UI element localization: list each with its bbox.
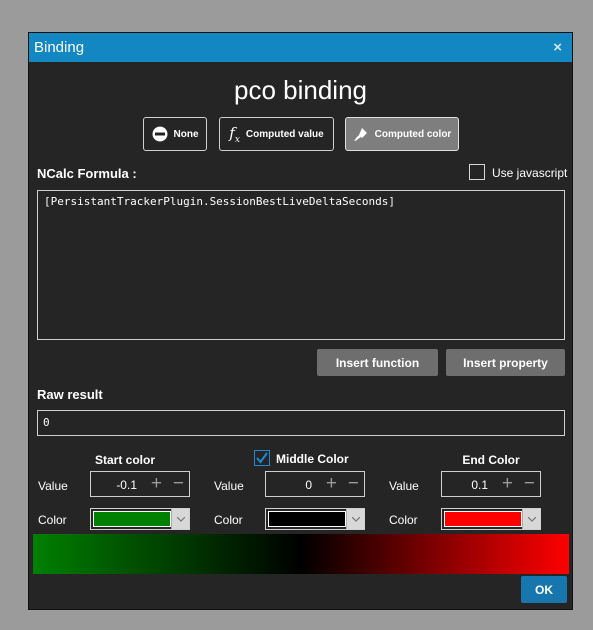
end-value: 0.1 (471, 478, 488, 492)
start-color-swatch (93, 511, 171, 527)
title-bar: Binding × (29, 33, 572, 62)
check-icon (256, 452, 268, 464)
middle-color-title: Middle Color (276, 452, 349, 466)
middle-value-label: Value (214, 479, 244, 493)
mode-none-label: None (173, 128, 199, 140)
formula-label: NCalc Formula : (37, 166, 137, 181)
color-gradient-preview (33, 534, 569, 574)
start-value-label: Value (38, 479, 68, 493)
middle-value: 0 (305, 478, 312, 492)
mode-none-button[interactable]: None (143, 117, 207, 151)
chevron-down-icon[interactable] (171, 509, 189, 529)
mode-computed-color-label: Computed color (374, 128, 452, 140)
end-color-picker[interactable] (441, 508, 541, 530)
close-icon[interactable]: × (553, 33, 562, 62)
minus-icon[interactable]: − (173, 474, 184, 494)
start-color-picker[interactable] (90, 508, 190, 530)
no-entry-icon (152, 126, 168, 142)
plus-icon[interactable]: + (151, 474, 162, 494)
mode-computed-value-button[interactable]: fx Computed value (219, 117, 334, 151)
mode-computed-color-button[interactable]: Computed color (345, 117, 459, 151)
formula-input[interactable]: [PersistantTrackerPlugin.SessionBestLive… (37, 190, 565, 340)
middle-value-stepper[interactable]: 0 + − (265, 471, 365, 497)
end-color-swatch (444, 511, 522, 527)
chevron-down-icon[interactable] (346, 509, 364, 529)
plus-icon[interactable]: + (502, 474, 513, 494)
function-icon: fx (229, 123, 240, 145)
page-title: pco binding (234, 75, 367, 105)
window-title: Binding (34, 39, 85, 56)
end-color-title: End Color (462, 453, 520, 467)
insert-property-button[interactable]: Insert property (446, 349, 565, 376)
start-color-title: Start color (94, 453, 155, 467)
middle-color-picker[interactable] (265, 508, 365, 530)
start-color-label: Color (38, 513, 67, 527)
plus-icon[interactable]: + (326, 474, 337, 494)
mode-computed-value-label: Computed value (245, 128, 324, 140)
middle-color-checkbox[interactable] (254, 450, 270, 466)
raw-result-field: 0 (37, 410, 565, 436)
minus-icon[interactable]: − (348, 474, 359, 494)
chevron-down-icon[interactable] (522, 509, 540, 529)
ok-button[interactable]: OK (521, 576, 567, 603)
middle-color-swatch (268, 511, 346, 527)
insert-function-button[interactable]: Insert function (317, 349, 438, 376)
raw-result-label: Raw result (37, 387, 103, 402)
end-color-label: Color (389, 513, 418, 527)
use-javascript-label: Use javascript (492, 166, 568, 180)
middle-color-label: Color (214, 513, 243, 527)
end-value-stepper[interactable]: 0.1 + − (441, 471, 541, 497)
start-value: -0.1 (116, 478, 137, 492)
use-javascript-checkbox[interactable] (469, 164, 485, 180)
minus-icon[interactable]: − (524, 474, 535, 494)
binding-dialog: Binding × pco binding None fx Computed v… (28, 32, 573, 610)
paint-brush-icon (353, 126, 369, 142)
end-value-label: Value (389, 479, 419, 493)
start-value-stepper[interactable]: -0.1 + − (90, 471, 190, 497)
